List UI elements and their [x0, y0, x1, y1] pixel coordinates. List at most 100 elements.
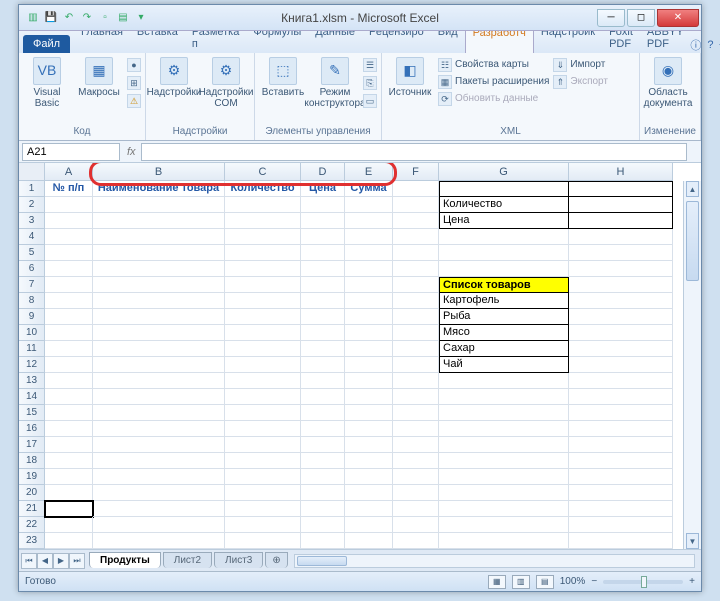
cell-C10[interactable] [225, 325, 301, 341]
cell-H21[interactable] [569, 501, 673, 517]
cell-G20[interactable] [439, 485, 569, 501]
cell-E22[interactable] [345, 517, 393, 533]
cell-A8[interactable] [45, 293, 93, 309]
cell-E16[interactable] [345, 421, 393, 437]
cell-B14[interactable] [93, 389, 225, 405]
cell-F22[interactable] [393, 517, 439, 533]
cell-C6[interactable] [225, 261, 301, 277]
cell-C1[interactable]: Количество [225, 181, 301, 197]
cell-A7[interactable] [45, 277, 93, 293]
col-header-G[interactable]: G [439, 163, 569, 181]
cell-D19[interactable] [301, 469, 345, 485]
document-panel-button[interactable]: ◉Область документа [644, 55, 692, 109]
cell-E9[interactable] [345, 309, 393, 325]
cell-D2[interactable] [301, 197, 345, 213]
sheet-tab-active[interactable]: Продукты [89, 552, 161, 568]
cell-E3[interactable] [345, 213, 393, 229]
cell-G11[interactable]: Сахар [439, 341, 569, 357]
cell-G17[interactable] [439, 437, 569, 453]
cell-B2[interactable] [93, 197, 225, 213]
cell-C20[interactable] [225, 485, 301, 501]
minimize-button[interactable]: ─ [597, 9, 625, 27]
file-tab[interactable]: Файл [23, 35, 70, 53]
macro-security-button[interactable]: ⚠ [127, 93, 141, 109]
cell-C15[interactable] [225, 405, 301, 421]
cell-E14[interactable] [345, 389, 393, 405]
close-button[interactable]: ✕ [657, 9, 699, 27]
cell-H14[interactable] [569, 389, 673, 405]
zoom-thumb[interactable] [641, 576, 647, 588]
cell-G5[interactable] [439, 245, 569, 261]
cell-G2[interactable]: Количество [439, 197, 569, 213]
row-header-22[interactable]: 22 [19, 517, 45, 533]
col-header-E[interactable]: E [345, 163, 393, 181]
cell-C23[interactable] [225, 533, 301, 549]
cell-D8[interactable] [301, 293, 345, 309]
cell-E13[interactable] [345, 373, 393, 389]
sheet-nav-first[interactable]: ⏮ [21, 553, 37, 569]
cell-H10[interactable] [569, 325, 673, 341]
cell-F6[interactable] [393, 261, 439, 277]
scroll-thumb[interactable] [686, 201, 699, 281]
row-header-17[interactable]: 17 [19, 437, 45, 453]
cell-D6[interactable] [301, 261, 345, 277]
cell-G10[interactable]: Мясо [439, 325, 569, 341]
cell-D20[interactable] [301, 485, 345, 501]
cell-A9[interactable] [45, 309, 93, 325]
qat-new-icon[interactable]: ▫ [97, 10, 113, 26]
row-header-10[interactable]: 10 [19, 325, 45, 341]
cell-A14[interactable] [45, 389, 93, 405]
cell-F16[interactable] [393, 421, 439, 437]
run-dialog-button[interactable]: ▭ [363, 93, 377, 109]
cell-F14[interactable] [393, 389, 439, 405]
cell-C3[interactable] [225, 213, 301, 229]
row-header-20[interactable]: 20 [19, 485, 45, 501]
cell-A11[interactable] [45, 341, 93, 357]
cell-B17[interactable] [93, 437, 225, 453]
cell-E17[interactable] [345, 437, 393, 453]
row-header-3[interactable]: 3 [19, 213, 45, 229]
cell-H22[interactable] [569, 517, 673, 533]
cell-F20[interactable] [393, 485, 439, 501]
cell-A10[interactable] [45, 325, 93, 341]
qat-open-icon[interactable]: ▤ [115, 10, 131, 26]
cell-F19[interactable] [393, 469, 439, 485]
cell-H2[interactable] [569, 197, 673, 213]
cell-B5[interactable] [93, 245, 225, 261]
cell-F17[interactable] [393, 437, 439, 453]
expansion-packs-button[interactable]: ▦Пакеты расширения [438, 74, 549, 90]
cell-B11[interactable] [93, 341, 225, 357]
row-header-13[interactable]: 13 [19, 373, 45, 389]
cell-D11[interactable] [301, 341, 345, 357]
cell-D7[interactable] [301, 277, 345, 293]
cell-G19[interactable] [439, 469, 569, 485]
help-icon[interactable]: ? [707, 39, 713, 51]
cell-G4[interactable] [439, 229, 569, 245]
cell-F8[interactable] [393, 293, 439, 309]
cell-B1[interactable]: Наименование товара [93, 181, 225, 197]
view-pagebreak-button[interactable]: ▤ [536, 575, 554, 589]
cell-F7[interactable] [393, 277, 439, 293]
cell-C18[interactable] [225, 453, 301, 469]
cell-B10[interactable] [93, 325, 225, 341]
cell-F21[interactable] [393, 501, 439, 517]
cell-H3[interactable] [569, 213, 673, 229]
cell-A18[interactable] [45, 453, 93, 469]
cell-C11[interactable] [225, 341, 301, 357]
cell-G1[interactable] [439, 181, 569, 197]
row-header-18[interactable]: 18 [19, 453, 45, 469]
cell-C12[interactable] [225, 357, 301, 373]
cell-H4[interactable] [569, 229, 673, 245]
cell-B8[interactable] [93, 293, 225, 309]
cell-B22[interactable] [93, 517, 225, 533]
cell-A21[interactable] [45, 501, 93, 517]
sheet-nav-prev[interactable]: ◀ [37, 553, 53, 569]
cell-C9[interactable] [225, 309, 301, 325]
cell-C22[interactable] [225, 517, 301, 533]
zoom-out-button[interactable]: − [591, 576, 597, 587]
select-all-corner[interactable] [19, 163, 45, 181]
cell-E2[interactable] [345, 197, 393, 213]
cell-D21[interactable] [301, 501, 345, 517]
properties-button[interactable]: ☰ [363, 57, 377, 73]
insert-control-button[interactable]: ⬚Вставить [259, 55, 307, 98]
